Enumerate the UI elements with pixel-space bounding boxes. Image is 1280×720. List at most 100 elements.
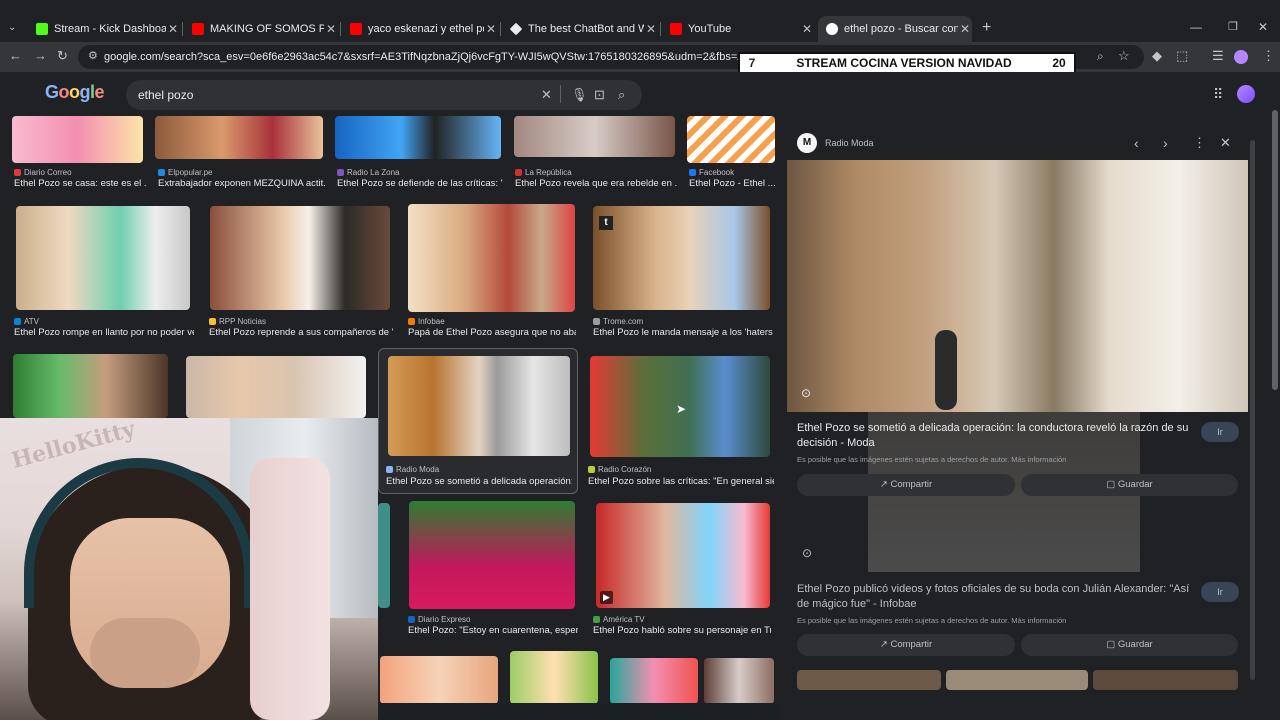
related-title[interactable]: Ethel Pozo publicó videos y fotos oficia…: [797, 582, 1191, 612]
browser-menu-icon[interactable]: ⋮: [1262, 48, 1275, 64]
result-title[interactable]: Ethel Pozo se defiende de las críticas: …: [337, 178, 503, 189]
share-button[interactable]: ↗ Compartir: [797, 474, 1015, 496]
close-tab-icon[interactable]: ✕: [800, 22, 814, 36]
preview-source-name[interactable]: Radio Moda: [825, 138, 874, 148]
result-title[interactable]: Ethel Pozo habló sobre su personaje en T…: [593, 625, 771, 636]
profile-avatar[interactable]: [1234, 50, 1248, 64]
result-title[interactable]: Ethel Pozo revela que era rebelde en ...: [515, 178, 677, 189]
search-icon[interactable]: ⌕: [618, 87, 625, 103]
copyright-note: Es posible que las imágenes estén sujeta…: [797, 455, 1067, 464]
result-title[interactable]: Ethel Pozo rompe en llanto por no poder …: [14, 327, 194, 338]
tab-youtube[interactable]: YouTube ✕: [662, 16, 814, 42]
save-button-related[interactable]: ▢ Guardar: [1021, 634, 1238, 656]
minimize-icon[interactable]: —: [1190, 20, 1202, 34]
image-result[interactable]: ▶: [596, 503, 770, 608]
new-tab-button[interactable]: +: [982, 19, 991, 37]
image-result[interactable]: [510, 651, 598, 704]
tab-kick-dashboard[interactable]: Stream - Kick Dashboard ✕: [28, 16, 180, 42]
tab-google-search[interactable]: ethel pozo - Buscar con Google ✕: [818, 16, 972, 42]
close-tab-icon[interactable]: ✕: [324, 22, 338, 36]
maximize-icon[interactable]: ❐: [1228, 20, 1238, 33]
result-title[interactable]: Ethel Pozo sobre las críticas: "En gener…: [588, 476, 774, 487]
close-tab-icon[interactable]: ✕: [484, 22, 498, 36]
lens-search-icon[interactable]: ⊙: [801, 386, 811, 400]
account-avatar[interactable]: [1237, 85, 1255, 103]
reload-icon[interactable]: ↻: [57, 48, 68, 64]
save-button[interactable]: ▢ Guardar: [1021, 474, 1238, 496]
youtube-icon: [192, 23, 204, 35]
image-result[interactable]: [380, 656, 498, 704]
share-button-related[interactable]: ↗ Compartir: [797, 634, 1015, 656]
image-result[interactable]: [13, 354, 168, 418]
page-scrollbar[interactable]: [1272, 110, 1278, 390]
result-source: ATV: [14, 317, 39, 326]
result-title[interactable]: Ethel Pozo le manda mensaje a los 'hater…: [593, 327, 773, 338]
image-result[interactable]: [12, 116, 143, 163]
result-source: Radio La Zona: [337, 168, 399, 177]
image-result-selected[interactable]: [388, 356, 570, 456]
extension-diamond-icon[interactable]: ◆: [1152, 48, 1162, 64]
apps-grid-icon[interactable]: ⠿: [1213, 86, 1223, 103]
close-tab-icon[interactable]: ✕: [958, 22, 972, 36]
zoom-icon[interactable]: ⌕: [1097, 49, 1104, 64]
back-icon[interactable]: ←: [9, 48, 22, 63]
google-logo[interactable]: Google: [45, 82, 105, 103]
image-result[interactable]: [408, 204, 575, 312]
tab-making-of[interactable]: MAKING OF SOMOS PLAYA NA ✕: [184, 16, 338, 42]
related-image[interactable]: [1093, 670, 1238, 690]
image-result[interactable]: [186, 356, 366, 418]
next-image-icon[interactable]: ›: [1163, 135, 1168, 151]
previous-image-icon[interactable]: ‹: [1134, 135, 1139, 151]
result-title[interactable]: Ethel Pozo reprende a sus compañeros de …: [209, 327, 393, 338]
visit-button[interactable]: Ir: [1201, 422, 1239, 442]
voice-search-icon[interactable]: 🎙: [571, 87, 588, 103]
result-title[interactable]: Papá de Ethel Pozo asegura que no aba...: [408, 327, 576, 338]
tab-divider: [500, 22, 501, 36]
tab-divider: [340, 22, 341, 36]
person-hand: [90, 618, 200, 688]
image-result[interactable]: [378, 503, 390, 608]
image-result[interactable]: t: [593, 206, 770, 310]
image-result[interactable]: [409, 501, 575, 609]
tab-chatbot-widgets[interactable]: The best ChatBot and Widgets ✕: [502, 16, 658, 42]
result-title[interactable]: Ethel Pozo: "Estoy en cuarentena, esper.…: [408, 625, 578, 636]
image-result[interactable]: [514, 116, 675, 157]
result-title[interactable]: Ethel Pozo se casa: este es el ...: [14, 178, 146, 189]
source-favicon: [408, 616, 415, 623]
image-result[interactable]: [335, 116, 501, 159]
extensions-icon[interactable]: ⬚: [1176, 48, 1188, 64]
reading-list-icon[interactable]: ☰: [1212, 48, 1224, 64]
tab-yaco-video[interactable]: yaco eskenazi y ethel pozo - Yo ✕: [342, 16, 498, 42]
search-divider: [560, 85, 561, 103]
more-options-icon[interactable]: ⋮: [1193, 135, 1206, 151]
lens-search-icon[interactable]: ⊙: [802, 546, 812, 560]
tab-divider: [182, 22, 183, 36]
related-image[interactable]: [797, 670, 941, 690]
result-title[interactable]: Extrabajador exponen MEZQUINA actit...: [158, 178, 326, 189]
image-result[interactable]: [16, 206, 190, 310]
image-result[interactable]: [210, 206, 390, 310]
image-result[interactable]: [610, 658, 698, 704]
clear-search-icon[interactable]: ✕: [541, 87, 552, 103]
result-title[interactable]: Ethel Pozo se sometió a delicada operaci…: [386, 476, 572, 487]
related-image[interactable]: [946, 670, 1088, 690]
result-title[interactable]: Ethel Pozo - Ethel ...: [689, 178, 779, 189]
panel-scrollbar[interactable]: [1250, 140, 1255, 680]
close-tab-icon[interactable]: ✕: [644, 22, 658, 36]
preview-image[interactable]: ⊙: [787, 160, 1248, 412]
bookmark-star-icon[interactable]: ☆: [1118, 48, 1130, 64]
tab-search-icon[interactable]: ⌄: [8, 22, 16, 33]
close-window-icon[interactable]: ✕: [1258, 20, 1268, 34]
result-source: Facebook: [689, 168, 734, 177]
lens-icon[interactable]: ⊡: [594, 87, 605, 103]
site-info-icon[interactable]: ⚙: [88, 49, 98, 62]
visit-button-related[interactable]: Ir: [1201, 582, 1239, 602]
close-preview-icon[interactable]: ✕: [1220, 135, 1231, 151]
preview-title[interactable]: Ethel Pozo se sometió a delicada operaci…: [797, 421, 1191, 451]
image-result[interactable]: [704, 658, 774, 704]
close-tab-icon[interactable]: ✕: [166, 22, 180, 36]
forward-icon[interactable]: →: [34, 48, 47, 63]
image-result[interactable]: [687, 116, 775, 163]
search-input[interactable]: ethel pozo: [126, 80, 642, 110]
image-result[interactable]: [155, 116, 323, 159]
